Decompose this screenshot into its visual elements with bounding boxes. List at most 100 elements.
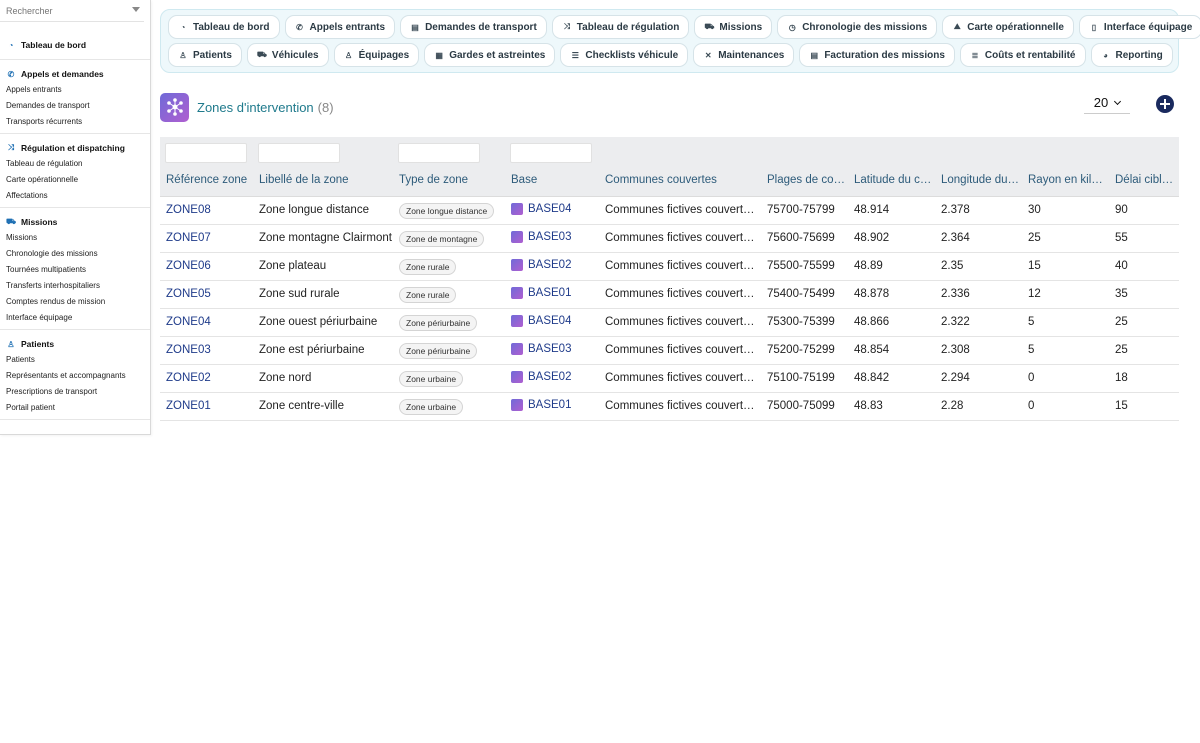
zone-reference-link[interactable]: ZONE01 bbox=[166, 400, 211, 412]
sidebar-item[interactable]: Portail patient bbox=[0, 400, 150, 416]
sidebar-item[interactable]: Tournées multipatients bbox=[0, 262, 150, 278]
zone-reference-link[interactable]: ZONE05 bbox=[166, 288, 211, 300]
nav-tab[interactable]: ✆ Appels entrants bbox=[284, 15, 396, 39]
sidebar-item[interactable]: Transferts interhospitaliers bbox=[0, 278, 150, 294]
table-row[interactable]: ZONE04 Zone ouest périurbaine Zone périurb… bbox=[160, 309, 1179, 337]
column-filter-input[interactable] bbox=[510, 143, 592, 163]
nav-tab[interactable]: ♙ Équipages bbox=[333, 43, 420, 67]
base-link[interactable]: BASE02 bbox=[511, 371, 571, 383]
table-row[interactable]: ZONE02 Zone nord Zone urbaine BASE02 Commune… bbox=[160, 365, 1179, 393]
nav-tab[interactable]: ◕ Reporting bbox=[1090, 43, 1173, 67]
nav-tab[interactable]: ◷ Chronologie des missions bbox=[777, 15, 938, 39]
nav-tab[interactable]: ▦ Gardes et astreintes bbox=[424, 43, 556, 67]
zone-reference-link[interactable]: ZONE02 bbox=[166, 372, 211, 384]
chevron-down-icon[interactable] bbox=[132, 7, 140, 12]
nav-tab[interactable]: ⛰ Carte opérationnelle bbox=[942, 15, 1074, 39]
sidebar-section-heading[interactable]: ⛟ Missions bbox=[0, 214, 150, 230]
sidebar-section-heading[interactable]: ♙ Patients bbox=[0, 336, 150, 352]
column-header[interactable]: Libellé de la zone bbox=[259, 174, 394, 186]
search-input[interactable] bbox=[0, 0, 135, 22]
zone-reference-link[interactable]: ZONE04 bbox=[166, 316, 211, 328]
nav-tab[interactable]: ⤨ Tableau de régulation bbox=[551, 15, 690, 39]
cell-lat: 48.902 bbox=[854, 232, 890, 244]
sidebar-section: ⛟ Missions Missions Chronologie des mission… bbox=[0, 208, 150, 330]
base-link[interactable]: BASE01 bbox=[511, 287, 571, 299]
sidebar-item[interactable]: Affectations bbox=[0, 188, 150, 204]
sidebar-item[interactable]: Carte opérationnelle bbox=[0, 172, 150, 188]
table-row[interactable]: ZONE07 Zone montagne Clairmont Zone de mon… bbox=[160, 225, 1179, 253]
nav-tab[interactable]: ▤ Demandes de transport bbox=[400, 15, 547, 39]
zone-reference-link[interactable]: ZONE06 bbox=[166, 260, 211, 272]
cell-plages: 75400-75499 bbox=[767, 288, 835, 300]
sidebar-item[interactable]: Transports récurrents bbox=[0, 114, 150, 130]
base-link[interactable]: BASE02 bbox=[511, 259, 571, 271]
nav-tab[interactable]: ♙ Patients bbox=[168, 43, 242, 67]
column-header[interactable]: Longitude du… bbox=[941, 174, 1023, 186]
sidebar-item[interactable]: Patients bbox=[0, 352, 150, 368]
shuffle-icon: ⤨ bbox=[7, 143, 15, 152]
column-filter-input[interactable] bbox=[165, 143, 247, 163]
sidebar-item[interactable]: Comptes rendus de mission bbox=[0, 294, 150, 310]
column-header[interactable]: Rayon en kil… bbox=[1028, 174, 1110, 186]
column-filter-input[interactable] bbox=[398, 143, 480, 163]
cell-delai: 25 bbox=[1115, 344, 1128, 356]
page-size-select[interactable]: 20 bbox=[1084, 92, 1130, 114]
nav-tab-label: Appels entrants bbox=[309, 21, 386, 33]
base-link[interactable]: BASE03 bbox=[511, 343, 571, 355]
cell-delai: 15 bbox=[1115, 400, 1128, 412]
nav-tab[interactable]: ▯ Interface équipage bbox=[1078, 15, 1200, 39]
column-header[interactable]: Type de zone bbox=[399, 174, 507, 186]
base-link[interactable]: BASE03 bbox=[511, 231, 571, 243]
zone-reference-link[interactable]: ZONE03 bbox=[166, 344, 211, 356]
zone-reference-link[interactable]: ZONE07 bbox=[166, 232, 211, 244]
table-row[interactable]: ZONE06 Zone plateau Zone rurale BASE02 Commu… bbox=[160, 253, 1179, 281]
sidebar-item[interactable]: Appels entrants bbox=[0, 82, 150, 98]
cell-label: Zone longue distance bbox=[259, 204, 369, 216]
cell-communes: Communes fictives couverte… bbox=[605, 344, 760, 356]
sidebar-section-heading[interactable]: ◔ Tableau de bord bbox=[0, 37, 150, 53]
coins-icon: ≣ bbox=[971, 50, 979, 60]
base-link[interactable]: BASE04 bbox=[511, 315, 571, 327]
chevron-down-icon bbox=[1114, 97, 1122, 105]
base-link[interactable]: BASE04 bbox=[511, 203, 571, 215]
column-filter-input[interactable] bbox=[258, 143, 340, 163]
nav-tab[interactable]: ⛟ Véhicules bbox=[246, 43, 329, 67]
sidebar-section-heading[interactable]: ⤨ Régulation et dispatching bbox=[0, 140, 150, 156]
add-record-button[interactable] bbox=[1156, 95, 1174, 113]
table-row[interactable]: ZONE03 Zone est périurbaine Zone périurbai… bbox=[160, 337, 1179, 365]
sidebar-item[interactable]: Représentants et accompagnants bbox=[0, 368, 150, 384]
cell-lon: 2.28 bbox=[941, 400, 964, 412]
cell-delai: 25 bbox=[1115, 316, 1128, 328]
zone-reference-link[interactable]: ZONE08 bbox=[166, 204, 211, 216]
gauge-icon: ◔ bbox=[180, 22, 186, 32]
search-box[interactable] bbox=[0, 0, 144, 22]
table-row[interactable]: ZONE01 Zone centre-ville Zone urbaine BASE0… bbox=[160, 393, 1179, 421]
column-header[interactable]: Plages de co… bbox=[767, 174, 849, 186]
nav-tab[interactable]: ⛟ Missions bbox=[694, 15, 773, 39]
nav-tab[interactable]: ▤ Facturation des missions bbox=[799, 43, 955, 67]
sidebar-item[interactable]: Chronologie des missions bbox=[0, 246, 150, 262]
column-header[interactable]: Délai cible e… bbox=[1115, 174, 1179, 186]
sidebar-item[interactable]: Missions bbox=[0, 230, 150, 246]
nav-tab[interactable]: ☰ Checklists véhicule bbox=[560, 43, 689, 67]
sidebar-item[interactable]: Tableau de régulation bbox=[0, 156, 150, 172]
column-header[interactable]: Latitude du c… bbox=[854, 174, 936, 186]
sidebar-item[interactable]: Interface équipage bbox=[0, 310, 150, 326]
nav-tab-label: Carte opérationnelle bbox=[967, 21, 1064, 33]
sidebar-item[interactable]: Demandes de transport bbox=[0, 98, 150, 114]
sidebar-item[interactable]: Prescriptions de transport bbox=[0, 384, 150, 400]
sidebar-section-heading[interactable]: ✆ Appels et demandes bbox=[0, 66, 150, 82]
sidebar: ◔ Tableau de bord ✆ Appels et demandes Appel… bbox=[0, 0, 151, 435]
column-header[interactable]: Communes couvertes bbox=[605, 174, 760, 186]
table-row[interactable]: ZONE08 Zone longue distance Zone longue di… bbox=[160, 197, 1179, 225]
map-icon: ⛰ bbox=[953, 22, 961, 31]
base-link[interactable]: BASE01 bbox=[511, 399, 571, 411]
nav-tab[interactable]: ◔ Tableau de bord bbox=[168, 15, 280, 39]
nav-tab[interactable]: ✕ Maintenances bbox=[693, 43, 795, 67]
nav-tab[interactable]: ≣ Coûts et rentabilité bbox=[959, 43, 1086, 67]
network-icon bbox=[511, 315, 523, 327]
table-row[interactable]: ZONE05 Zone sud rurale Zone rurale BASE01 Co… bbox=[160, 281, 1179, 309]
column-header[interactable]: Référence zone bbox=[166, 174, 254, 186]
cell-lat: 48.842 bbox=[854, 372, 890, 384]
column-header[interactable]: Base bbox=[511, 174, 601, 186]
